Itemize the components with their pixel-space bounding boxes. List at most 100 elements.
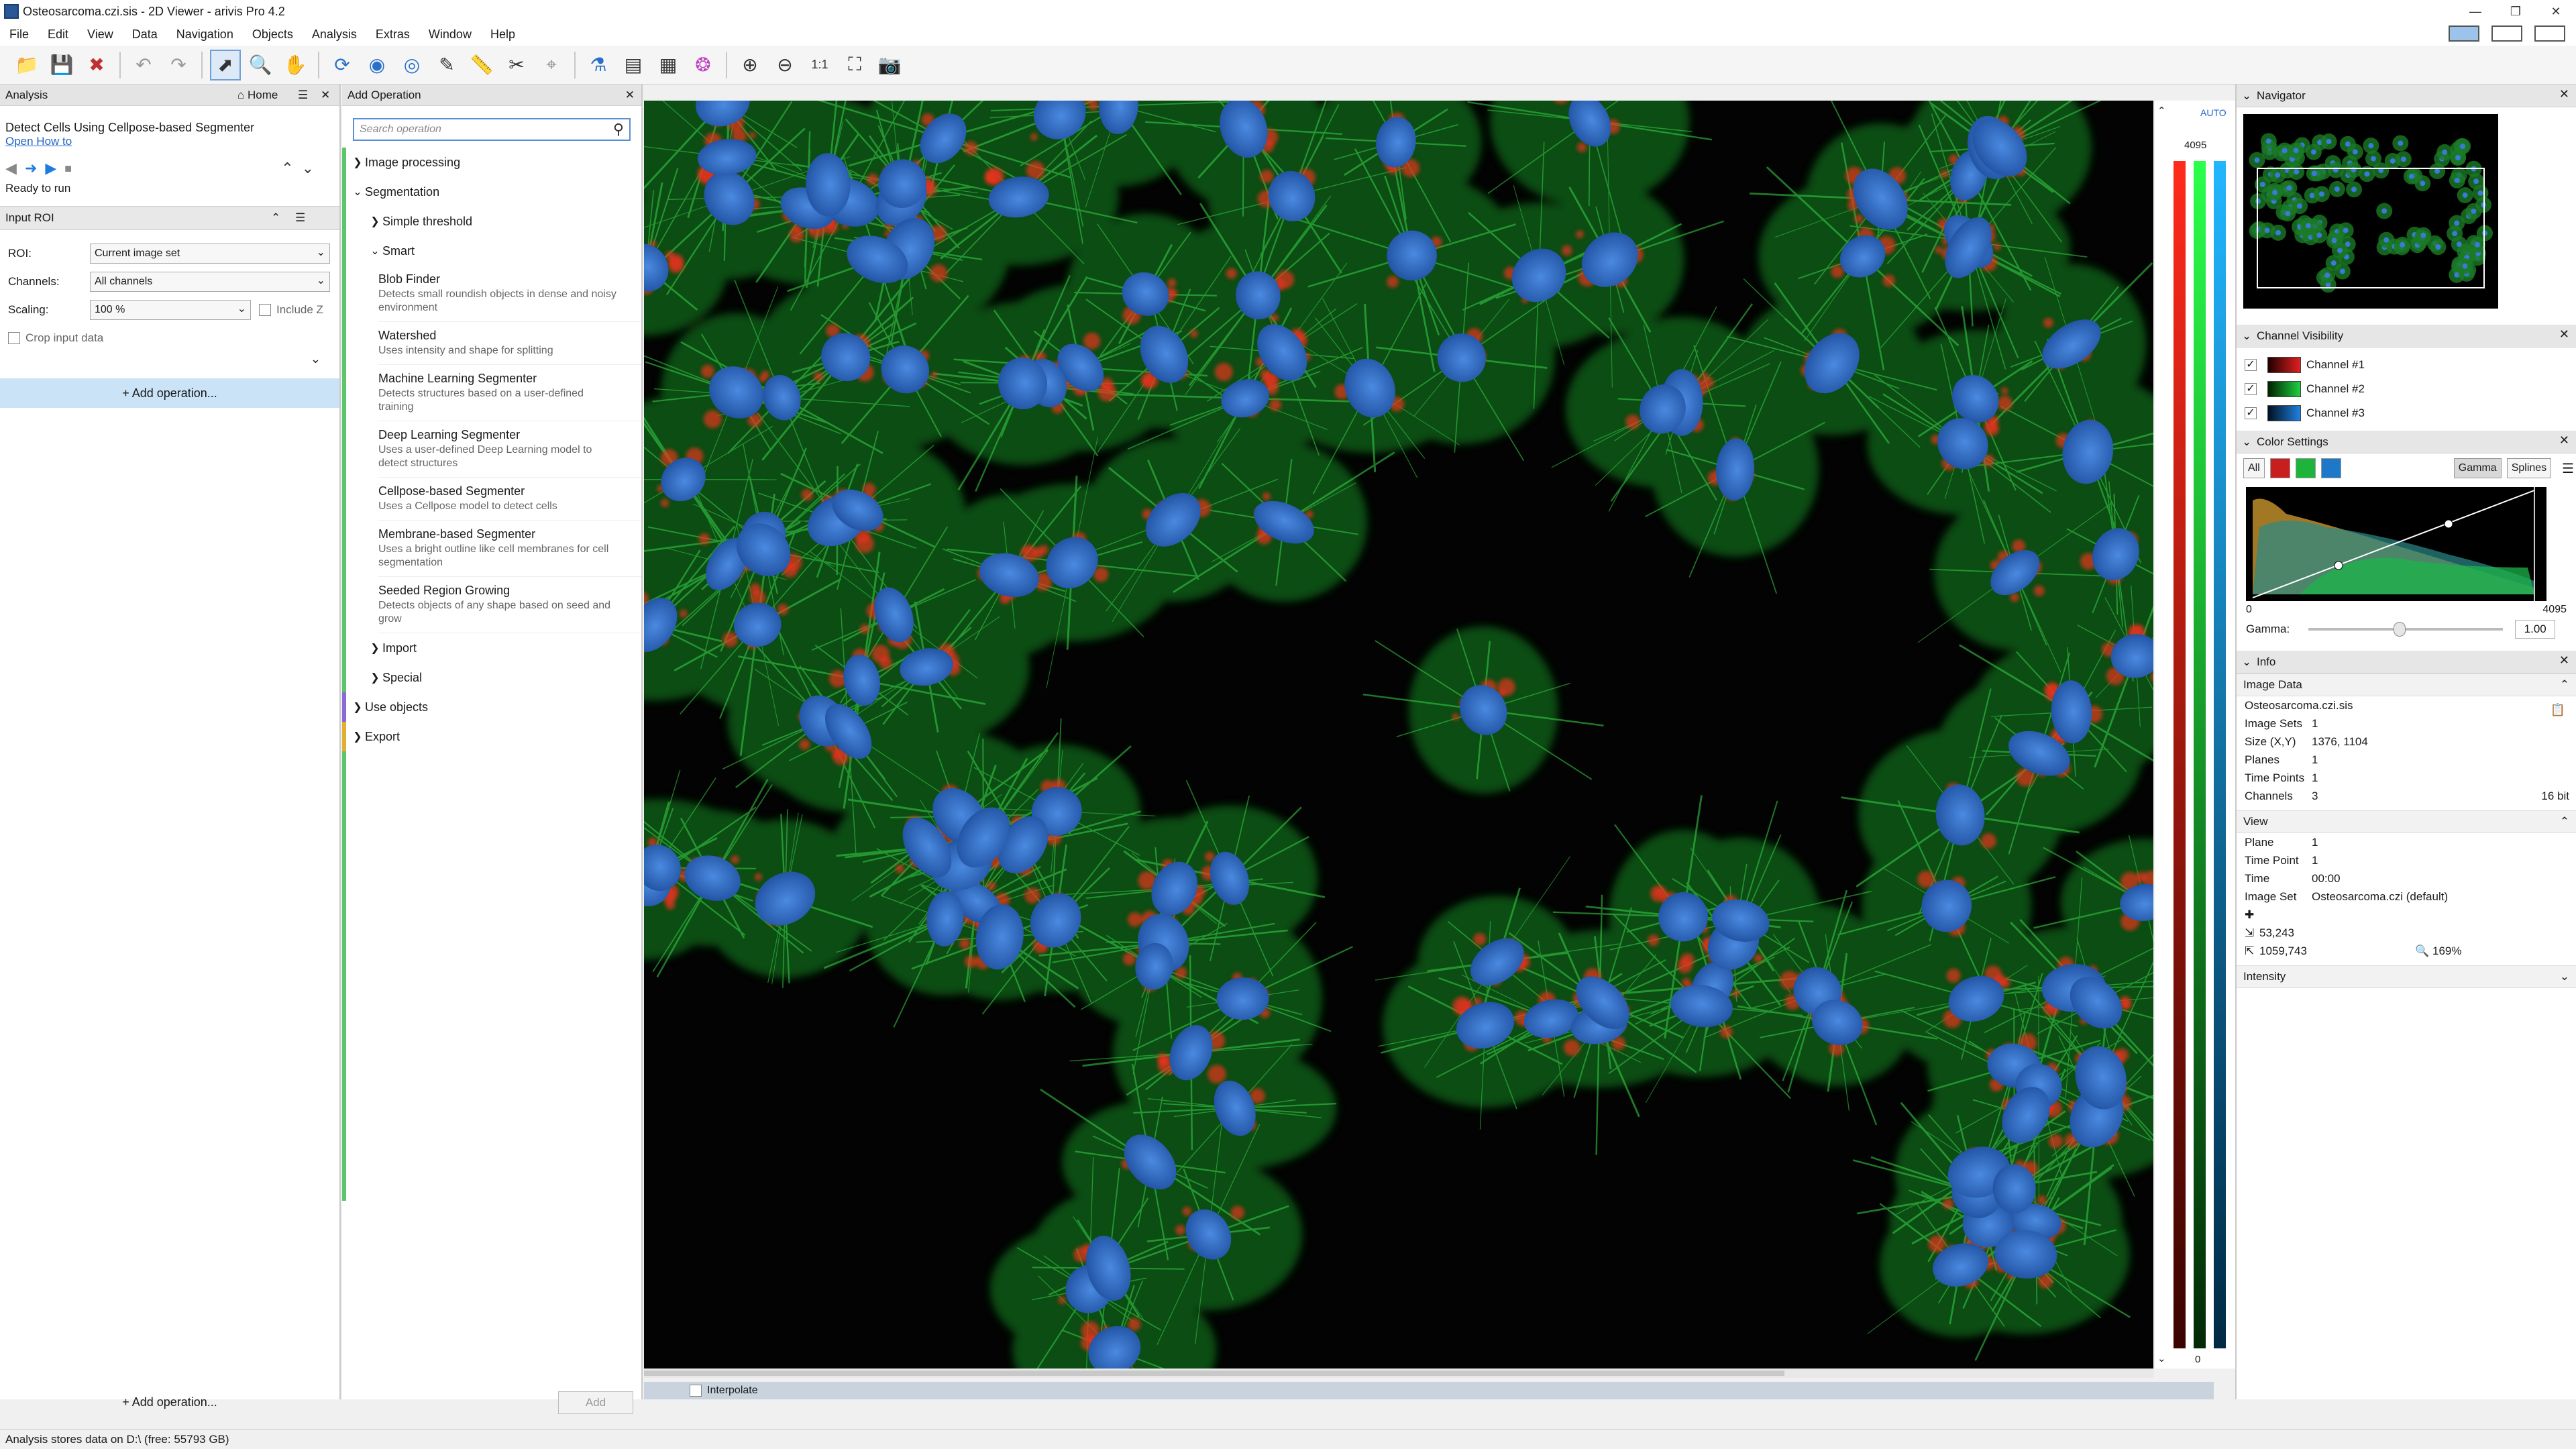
scissors-icon[interactable]: ✂ (501, 50, 532, 80)
home-button[interactable]: ⌂ Home (237, 89, 278, 102)
channel-2-swatch[interactable] (2267, 381, 2301, 397)
menu-edit[interactable]: Edit (38, 28, 78, 42)
gamma-slider-thumb[interactable] (2394, 622, 2406, 637)
blue-channel-button[interactable] (2320, 458, 2341, 478)
transform-icon[interactable]: ⌖ (536, 50, 567, 80)
histogram[interactable] (2246, 487, 2546, 601)
collapse-icon[interactable]: ⌃ (2560, 678, 2569, 692)
channel-1-swatch[interactable] (2267, 357, 2301, 373)
close-icon[interactable]: ✕ (625, 89, 635, 102)
add-operation-button[interactable]: + Add operation... (0, 378, 339, 408)
flask-icon[interactable]: ⚗ (583, 50, 614, 80)
gamma-value-input[interactable]: 1.00 (2515, 620, 2556, 639)
close-icon[interactable]: ✕ (2559, 433, 2569, 447)
menu-analysis[interactable]: Analysis (303, 28, 366, 42)
channels-select[interactable]: All channels ⌄ (90, 272, 330, 292)
channel-row-1[interactable]: ✓ Channel #1 (2237, 353, 2576, 377)
redo-icon[interactable]: ↷ (163, 50, 194, 80)
red-level-bar[interactable] (2174, 161, 2186, 1348)
layout-single-icon[interactable] (2491, 25, 2522, 42)
menu-icon[interactable]: ☰ (2562, 460, 2574, 477)
menu-file[interactable]: File (0, 28, 38, 42)
info-header[interactable]: ⌄ Info ✕ (2237, 651, 2576, 674)
zoom-1to1-icon[interactable]: 1:1 (804, 50, 835, 80)
color-settings-header[interactable]: ⌄ Color Settings ✕ (2237, 431, 2576, 453)
ruler-icon[interactable]: 📏 (466, 50, 497, 80)
intensity-header[interactable]: Intensity ⌄ (2237, 965, 2576, 988)
save-icon[interactable]: 💾 (46, 50, 77, 80)
collapse-down-icon[interactable]: ⌄ (302, 160, 314, 177)
navigator-viewport-frame[interactable] (2257, 168, 2485, 288)
expand-more-icon[interactable]: ⌄ (0, 352, 339, 366)
splines-tab[interactable]: Splines (2506, 458, 2552, 478)
green-level-bar[interactable] (2194, 161, 2206, 1348)
open-folder-icon[interactable]: 📁 (11, 50, 42, 80)
undo-icon[interactable]: ↶ (128, 50, 159, 80)
channel-3-swatch[interactable] (2267, 405, 2301, 421)
open-howto-link[interactable]: Open How to (5, 135, 339, 148)
fit-view-icon[interactable]: ⛶ (839, 50, 870, 80)
run-icon[interactable]: ▶ (45, 160, 56, 177)
navigator-thumbnail[interactable] (2243, 114, 2498, 309)
op-deep-learning[interactable]: Deep Learning Segmenter Uses a user-defin… (378, 421, 641, 478)
channel-visibility-header[interactable]: ⌄ Channel Visibility ✕ (2237, 325, 2576, 347)
green-channel-button[interactable] (2295, 458, 2316, 478)
input-roi-header[interactable]: Input ROI ⌃ ☰ (0, 206, 339, 230)
grid-icon[interactable]: ▦ (653, 50, 684, 80)
back-icon[interactable]: ◀ (5, 160, 17, 177)
image-viewer[interactable] (644, 101, 2153, 1368)
menu-data[interactable]: Data (123, 28, 167, 42)
close-icon[interactable]: ✕ (321, 89, 330, 102)
tree-import[interactable]: ❯ Import (342, 633, 641, 663)
blue-level-bar[interactable] (2214, 161, 2226, 1348)
tree-special[interactable]: ❯ Special (342, 663, 641, 692)
navigator-header[interactable]: ⌄ Navigator ✕ (2237, 85, 2576, 107)
step-forward-icon[interactable]: ➜ (25, 160, 37, 177)
rotate-icon[interactable]: ⟳ (327, 50, 358, 80)
section-menu-icon[interactable]: ☰ (295, 211, 305, 225)
menu-objects[interactable]: Objects (243, 28, 303, 42)
all-channels-button[interactable]: All (2243, 458, 2265, 478)
op-machine-learning[interactable]: Machine Learning Segmenter Detects struct… (378, 365, 641, 421)
interpolate-checkbox[interactable] (690, 1385, 702, 1397)
fill-icon[interactable]: ◉ (362, 50, 392, 80)
op-blob-finder[interactable]: Blob Finder Detects small roundish object… (378, 266, 641, 322)
close-icon[interactable]: ✕ (2559, 87, 2569, 101)
channel-1-checkbox[interactable]: ✓ (2245, 359, 2257, 371)
close-window-button[interactable]: ✕ (2536, 0, 2576, 23)
collapse-icon[interactable]: ⌃ (2560, 815, 2569, 828)
expand-icon[interactable]: ⌄ (2560, 970, 2569, 983)
image-data-header[interactable]: Image Data ⌃ (2237, 674, 2576, 696)
pointer-icon[interactable]: ⬈ (210, 49, 241, 80)
hand-pan-icon[interactable]: ✋ (280, 50, 311, 80)
zoom-icon[interactable]: 🔍 (245, 50, 276, 80)
add-operation-bottom-button[interactable]: + Add operation... (0, 1389, 339, 1415)
red-channel-button[interactable] (2269, 458, 2290, 478)
tree-image-processing[interactable]: ❯ Image processing (342, 148, 641, 177)
table-icon[interactable]: ▤ (618, 50, 649, 80)
menu-window[interactable]: Window (419, 28, 481, 42)
close-icon[interactable]: ✕ (2559, 653, 2569, 667)
gamma-tab[interactable]: Gamma (2453, 458, 2502, 478)
gamma-slider-track[interactable] (2308, 622, 2504, 637)
channel-3-checkbox[interactable]: ✓ (2245, 407, 2257, 419)
menu-navigation[interactable]: Navigation (167, 28, 243, 42)
collapse-icon[interactable]: ⌃ (271, 211, 280, 225)
scaling-select[interactable]: 100 % ⌄ (90, 300, 251, 320)
add-button[interactable]: Add (558, 1391, 633, 1414)
channel-row-2[interactable]: ✓ Channel #2 (2237, 377, 2576, 401)
op-membrane[interactable]: Membrane-based Segmenter Uses a bright ou… (378, 521, 641, 577)
menu-extras[interactable]: Extras (366, 28, 419, 42)
color-wheel-icon[interactable]: ❂ (688, 50, 718, 80)
zoom-in-icon[interactable]: ⊕ (735, 50, 765, 80)
op-seeded-region[interactable]: Seeded Region Growing Detects objects of … (378, 577, 641, 633)
op-watershed[interactable]: Watershed Uses intensity and shape for sp… (378, 322, 641, 365)
horizontal-scrollbar[interactable] (644, 1368, 2153, 1378)
camera-icon[interactable]: 📷 (874, 50, 905, 80)
scroll-up-icon[interactable]: ⌃ (2157, 105, 2166, 117)
scroll-thumb[interactable] (644, 1371, 1784, 1376)
layout-options-icon[interactable] (2534, 25, 2565, 42)
search-operation-input[interactable]: Search operation ⚲ (353, 118, 631, 141)
pencil-icon[interactable]: ✎ (431, 50, 462, 80)
layout-split-icon[interactable] (2449, 25, 2479, 42)
